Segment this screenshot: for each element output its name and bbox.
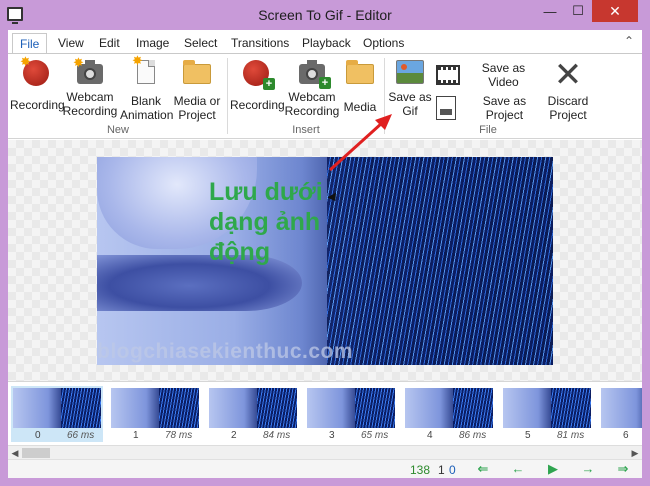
callout-arrow — [328, 114, 392, 172]
callout-arrow-line — [328, 121, 384, 172]
editor-window: Screen To Gif - Editor — ☐ ✕ File View E… — [0, 0, 650, 486]
